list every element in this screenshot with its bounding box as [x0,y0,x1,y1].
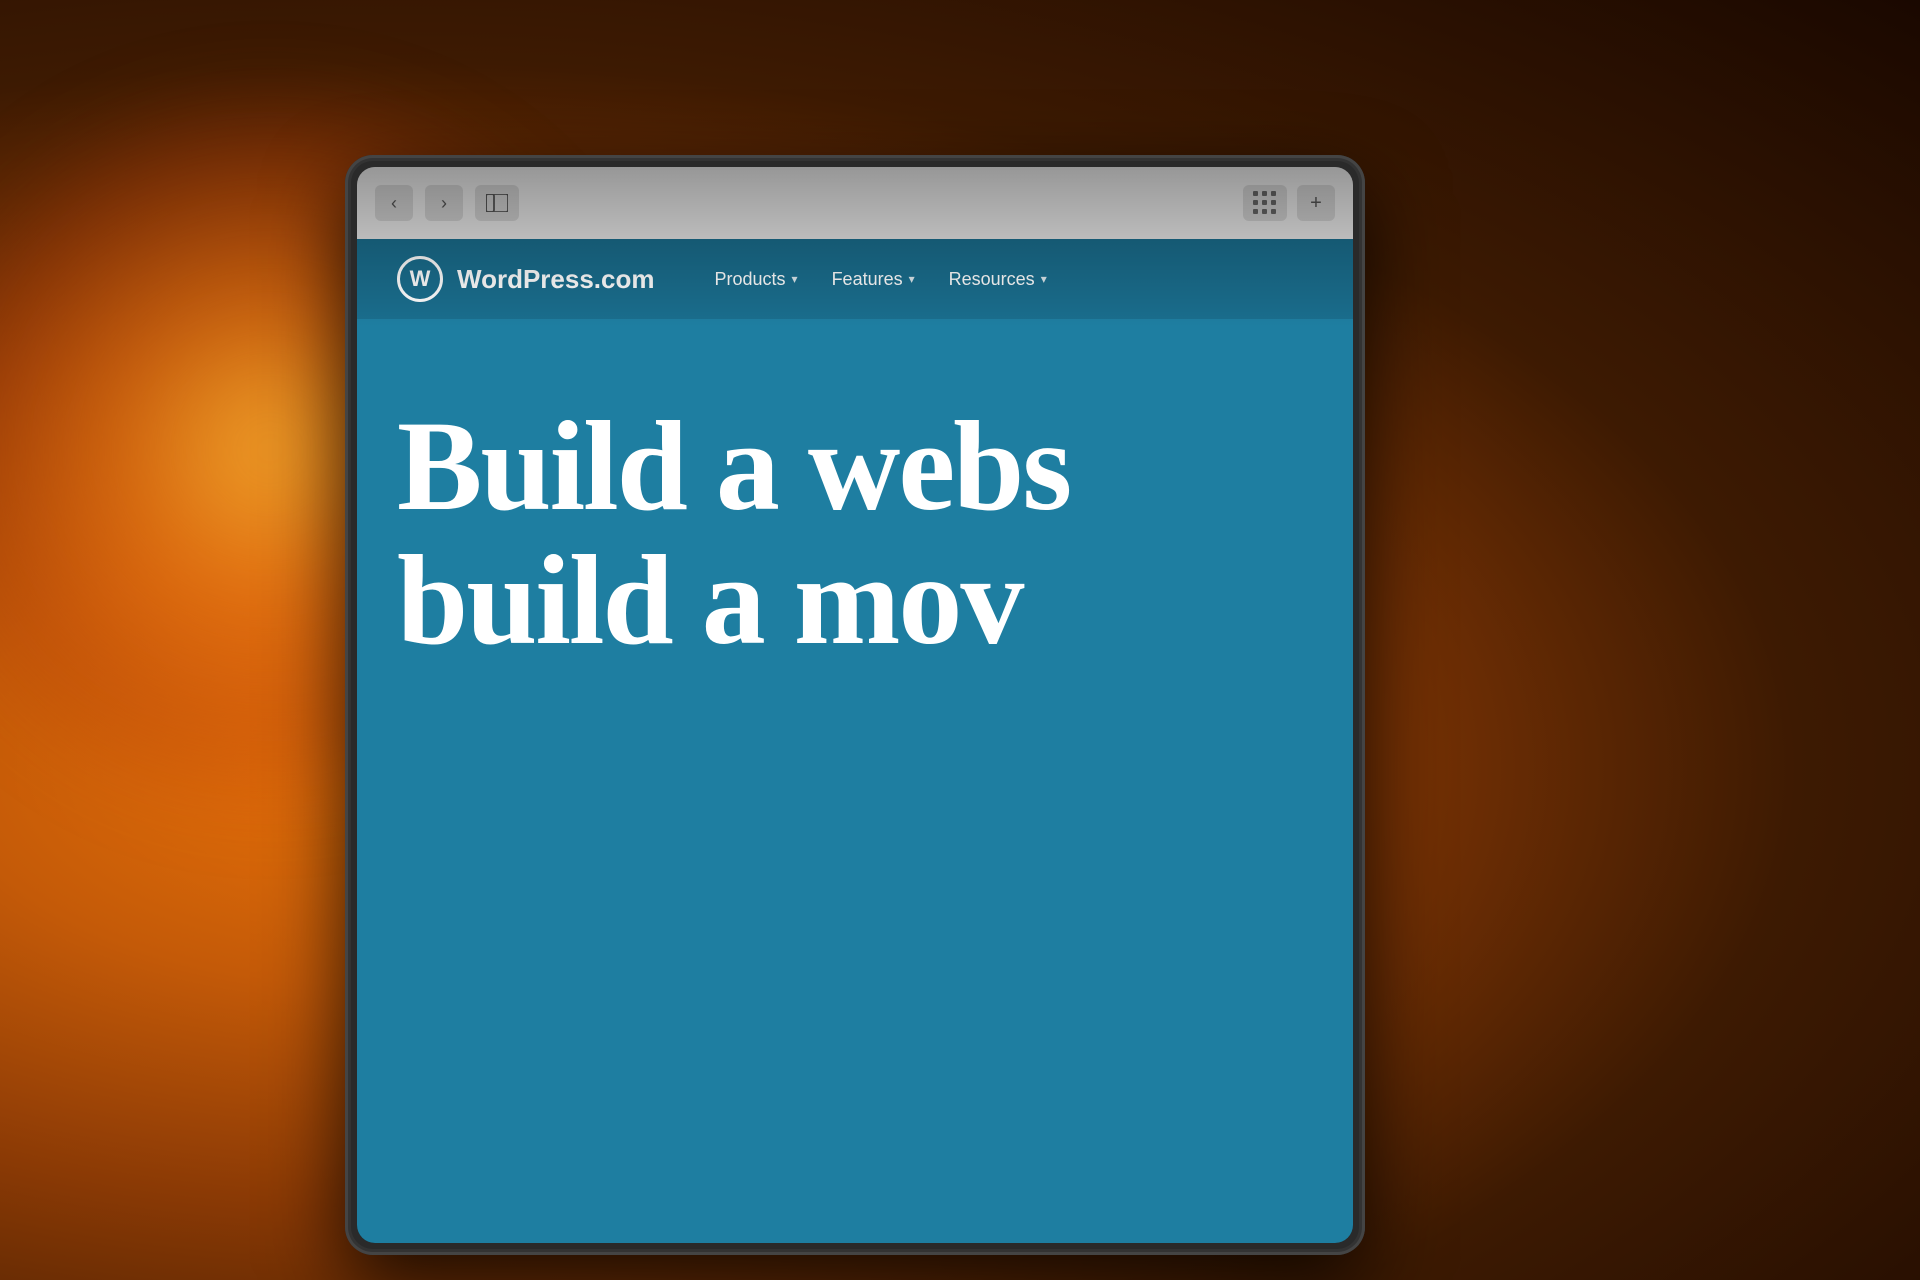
wp-hero-section: Build a webs build a mov [357,319,1353,708]
hero-line-1: Build a webs [397,399,1313,533]
device-screen: ‹ › [357,167,1353,1243]
device-frame: ‹ › [345,155,1365,1255]
hero-headline: Build a webs build a mov [397,399,1313,668]
website-content: W WordPress.com Products ▾ Features ▾ Re… [357,239,1353,1243]
top-vignette [357,167,1353,327]
hero-line-2: build a mov [397,533,1313,667]
